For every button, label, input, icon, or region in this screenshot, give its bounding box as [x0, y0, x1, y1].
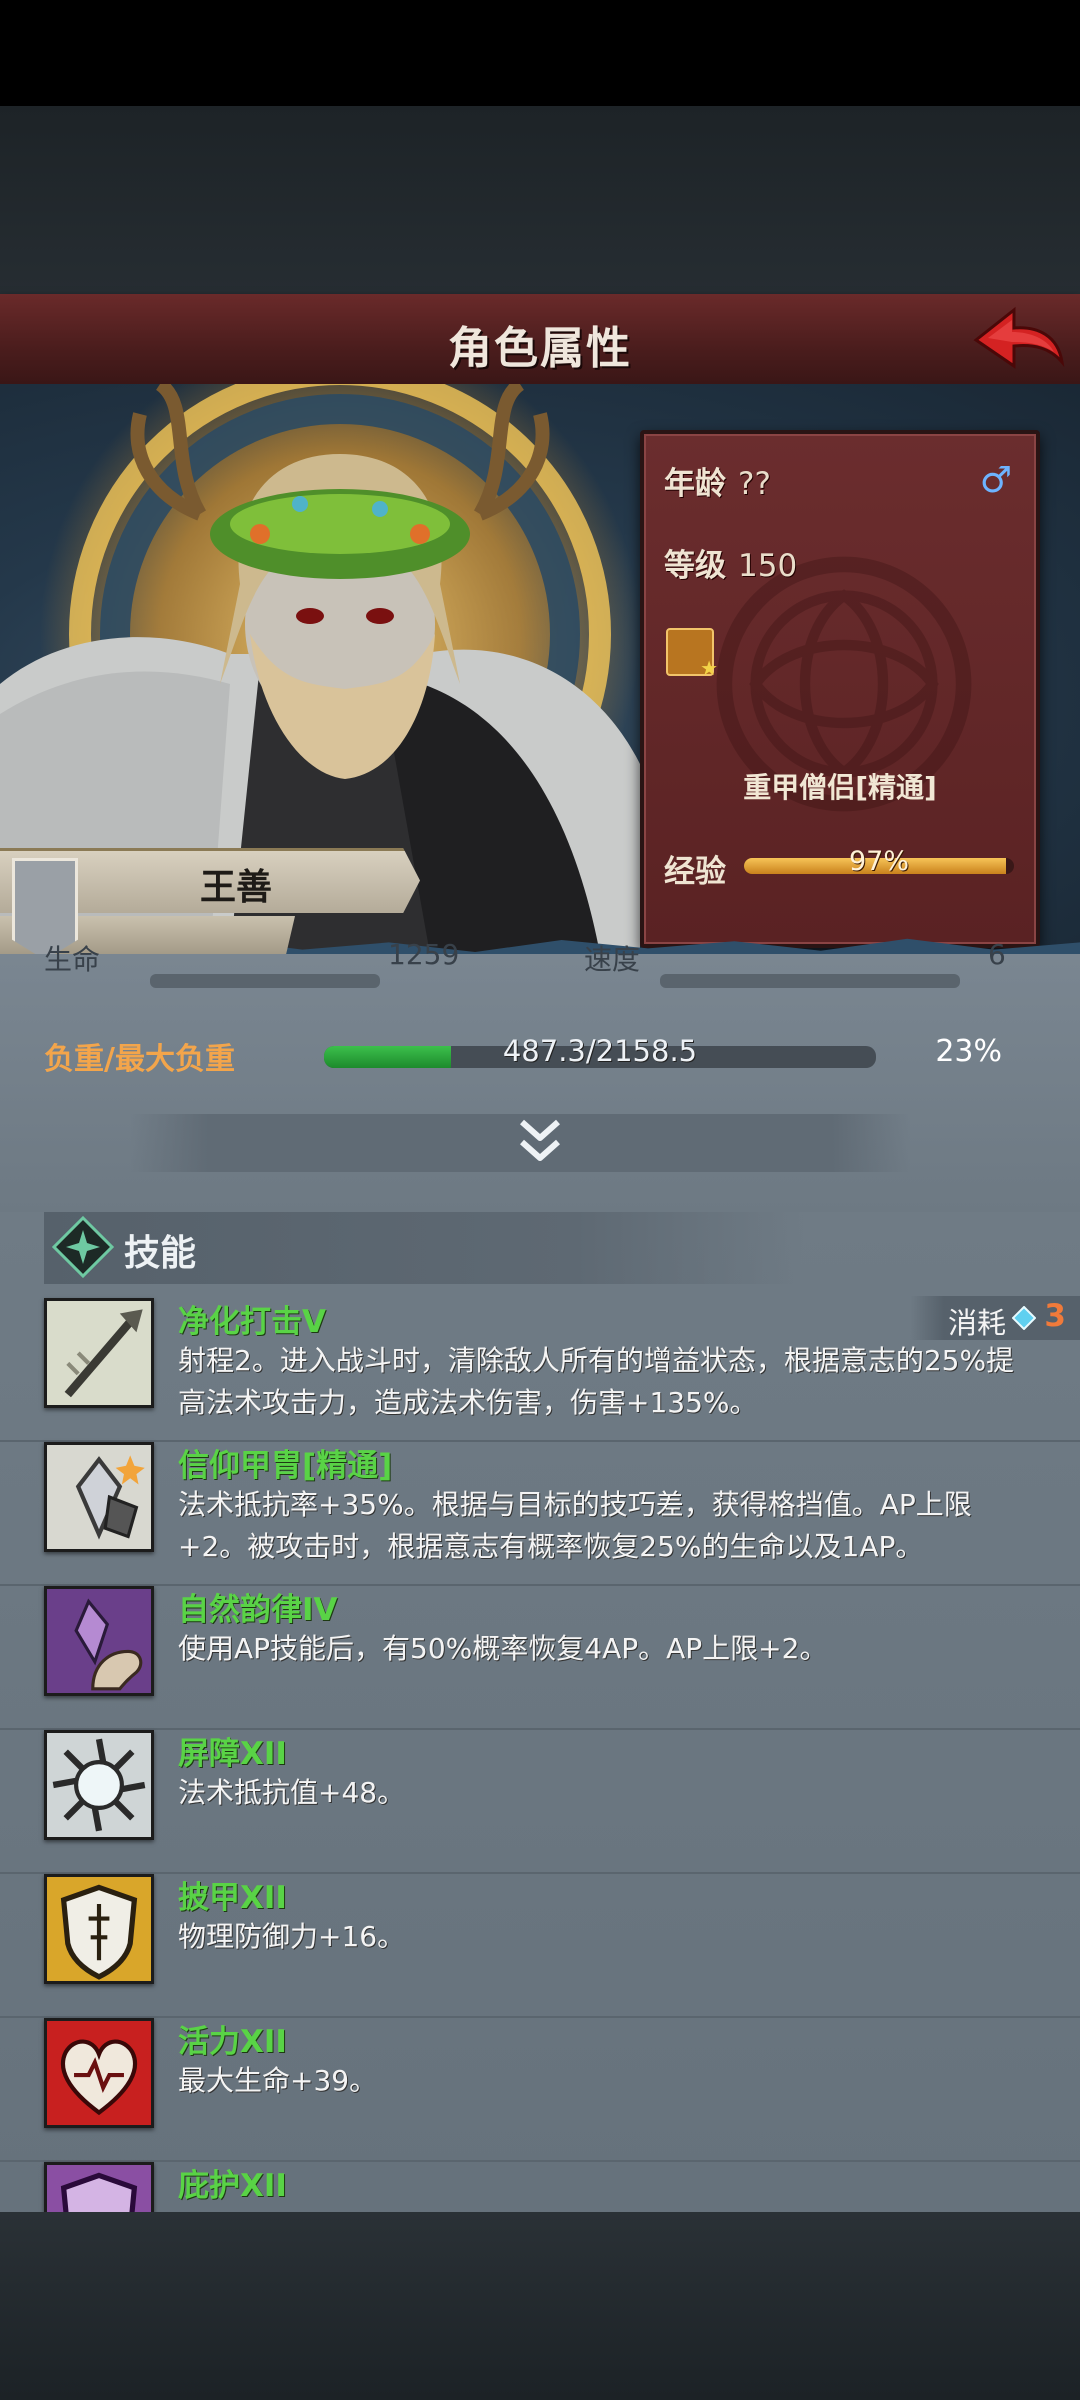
class-name: 重甲僧侣[精通]: [743, 771, 937, 804]
level-value: 150: [738, 548, 798, 584]
heart-icon[interactable]: [44, 2018, 154, 2128]
level-row: 等级 150: [664, 540, 797, 585]
skill-name: 披甲XII: [178, 1880, 287, 1916]
top-backdrop: [0, 106, 1080, 294]
speed-line: [660, 974, 960, 988]
skill-description: 法术抵抗率+35%。根据与目标的技巧差，获得格挡值。AP上限+2。被攻击时，根据…: [178, 1488, 972, 1563]
skill-row[interactable]: 信仰甲胄[精通] 法术抵抗率+35%。根据与目标的技巧差，获得格挡值。AP上限+2…: [0, 1440, 1080, 1586]
male-gender-icon: ♂: [979, 460, 1012, 501]
bottom-backdrop: [0, 2212, 1080, 2400]
weight-percent: 23%: [935, 1034, 1002, 1069]
skill-row[interactable]: 净化打击V 射程2。进入战斗时，清除敌人所有的增益状态，根据意志的25%提高法术攻…: [0, 1296, 1080, 1442]
age-label: 年龄: [664, 466, 726, 502]
hp-label: 生命: [44, 943, 101, 976]
spear-strike-icon[interactable]: [44, 1298, 154, 1408]
cost-value: 3: [1044, 1298, 1066, 1334]
exp-percent: 97%: [848, 846, 909, 877]
weight-value: 487.3/2158.5: [502, 1034, 698, 1068]
cost-label: 消耗: [947, 1306, 1006, 1340]
skill-description: 射程2。进入战斗时，清除敌人所有的增益状态，根据意志的25%提高法术攻击力，造成…: [178, 1344, 1015, 1419]
exp-label: 经验: [664, 854, 726, 890]
stats-panel: 生命 1259 速度 6 负重/最大负重 487.3/2158.5 23%: [0, 938, 1080, 1212]
skill-name: 信仰甲胄[精通]: [178, 1448, 393, 1484]
skill-row[interactable]: 庇护XII: [0, 2160, 1080, 2212]
skill-cost: 消耗 3: [910, 1296, 1080, 1340]
skill-name: 庇护XII: [178, 2168, 287, 2204]
skill-name: 自然韵律IV: [178, 1592, 338, 1628]
skill-description: 使用AP技能后，有50%概率恢复4AP。AP上限+2。: [178, 1632, 828, 1665]
level-label: 等级: [664, 548, 726, 584]
character-info-card: 年龄?? ♂ 等级 150 ★ 重甲僧侣[精通] 经验 97%: [640, 430, 1040, 948]
skill-emblem-icon: [52, 1216, 114, 1278]
skill-row[interactable]: 活力XII 最大生命+39。: [0, 2016, 1080, 2162]
status-bar-area: [0, 0, 1080, 106]
shield-icon[interactable]: [44, 1874, 154, 1984]
title-bar: 角色属性: [0, 294, 1080, 387]
class-badge-icon[interactable]: ★: [666, 628, 718, 680]
skills-panel: 技能 净化打击V 射程2。进入战斗时，清除敌人所有的增益状态，根据意志的25%提高…: [0, 1212, 1080, 2212]
diamond-gem-icon: [1012, 1306, 1036, 1330]
skill-name: 屏障XII: [178, 1736, 287, 1772]
page-title: 角色属性: [448, 323, 632, 374]
back-arrow-icon[interactable]: [968, 300, 1068, 380]
weight-label: 负重/最大负重: [44, 1042, 235, 1077]
crystal-hand-icon[interactable]: [44, 1586, 154, 1696]
hp-line: [150, 974, 380, 988]
double-chevron-down-icon[interactable]: [508, 1112, 572, 1172]
skill-description: 法术抵抗值+48。: [178, 1776, 406, 1809]
sanctuary-shield-icon[interactable]: [44, 2162, 154, 2212]
speed-value: 6: [988, 938, 1006, 971]
game-screen: { "header": { "title": "角色属性" }, "charac…: [0, 0, 1080, 2400]
skills-title: 技能: [124, 1233, 197, 1274]
speed-label: 速度: [584, 943, 641, 976]
faith-armor-icon[interactable]: [44, 1442, 154, 1552]
skill-name: 活力XII: [178, 2024, 287, 2060]
skill-row[interactable]: 自然韵律IV 使用AP技能后，有50%概率恢复4AP。AP上限+2。: [0, 1584, 1080, 1730]
skill-row[interactable]: 披甲XII 物理防御力+16。: [0, 1872, 1080, 2018]
character-name: 王善: [200, 867, 273, 908]
skill-row[interactable]: 屏障XII 法术抵抗值+48。: [0, 1728, 1080, 1874]
star-icon: ★: [700, 656, 718, 680]
skill-description: 最大生命+39。: [178, 2064, 378, 2097]
hp-value: 1259: [388, 938, 460, 971]
barrier-burst-icon[interactable]: [44, 1730, 154, 1840]
skill-name: 净化打击V: [178, 1304, 326, 1340]
skill-description: 物理防御力+16。: [178, 1920, 406, 1953]
age-row: 年龄??: [664, 458, 771, 503]
age-value: ??: [738, 466, 771, 502]
